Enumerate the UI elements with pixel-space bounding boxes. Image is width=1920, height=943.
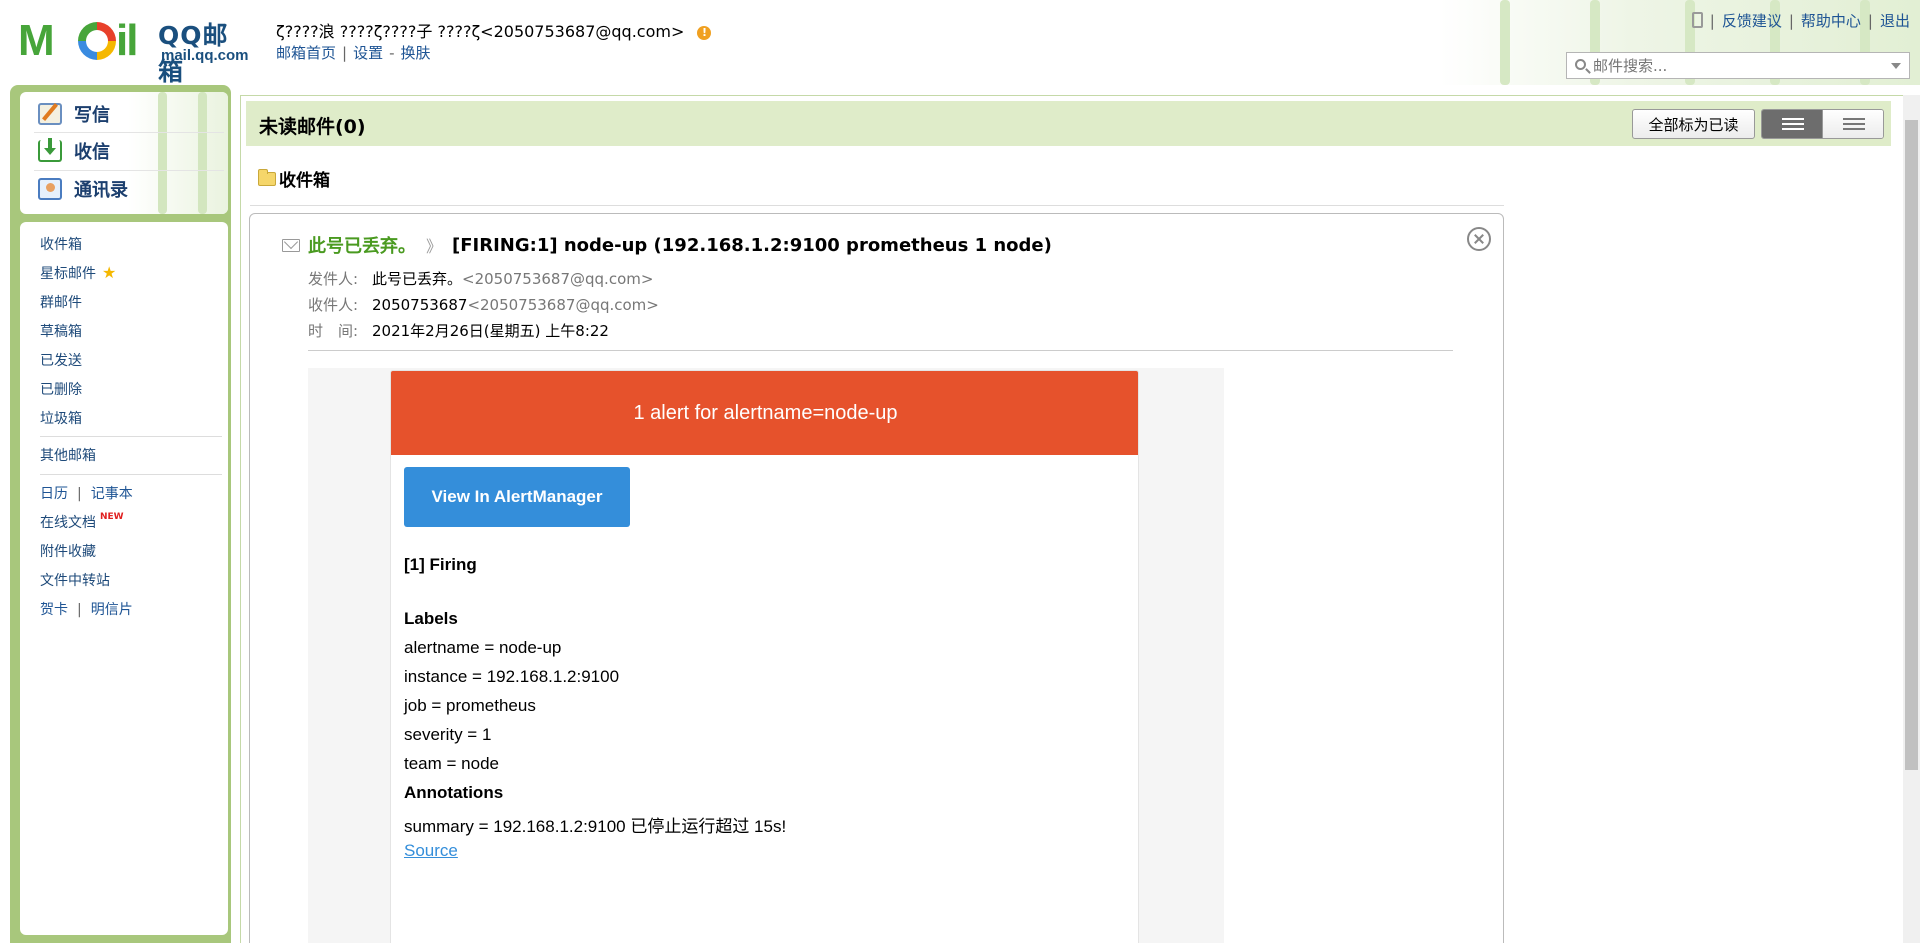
to-row: 收件人: 2050753687<2050753687@qq.com> xyxy=(308,296,659,314)
folder-deleted[interactable]: 已删除 xyxy=(40,379,82,399)
from-email: <2050753687@qq.com> xyxy=(462,270,654,288)
header-nav: 邮箱首页 | 设置 - 换肤 xyxy=(276,44,431,62)
mail-subject-row: 此号已丢弃。 》 [FIRING:1] node-up (192.168.1.2… xyxy=(282,232,1052,258)
view-in-alertmanager-button[interactable]: View In AlertManager xyxy=(404,467,630,527)
card-postcard-row: 贺卡 | 明信片 xyxy=(40,602,133,618)
search-icon xyxy=(1575,59,1586,70)
greeting-card-link[interactable]: 贺卡 xyxy=(40,602,68,618)
folder-sent[interactable]: 已发送 xyxy=(40,350,82,370)
to-name[interactable]: 2050753687 xyxy=(372,296,467,314)
list-icon xyxy=(1843,118,1865,130)
label-line: alertname = node-up xyxy=(404,638,562,657)
alert-container: 1 alert for alertname=node-up View In Al… xyxy=(390,370,1139,943)
contact-card-icon xyxy=(38,178,62,200)
calendar-notes-row: 日历 | 记事本 xyxy=(40,486,133,502)
phone-icon[interactable] xyxy=(1691,12,1703,28)
calendar-link[interactable]: 日历 xyxy=(40,486,68,502)
folder-group-mail[interactable]: 群邮件 xyxy=(40,292,82,312)
logout-link[interactable]: 退出 xyxy=(1880,12,1910,30)
sender-link[interactable]: 此号已丢弃。 xyxy=(308,232,416,258)
qq-mail-logo[interactable]: M il QQ邮箱 mail.qq.com xyxy=(18,14,253,86)
list-view-button[interactable] xyxy=(1822,110,1883,138)
label-line: job = prometheus xyxy=(404,696,536,715)
star-icon: ★ xyxy=(102,263,117,282)
download-icon xyxy=(38,138,62,162)
labels-heading: Labels xyxy=(404,609,458,628)
receive-mail-button[interactable]: 收信 xyxy=(38,135,218,167)
firing-heading: [1] Firing xyxy=(404,555,477,574)
to-email: <2050753687@qq.com> xyxy=(467,296,659,314)
label-line: severity = 1 xyxy=(404,725,492,744)
reading-view-button[interactable] xyxy=(1762,110,1822,138)
mail-subject: [FIRING:1] node-up (192.168.1.2:9100 pro… xyxy=(452,234,1052,256)
search-input[interactable] xyxy=(1593,56,1873,76)
page-title: 未读邮件(0) xyxy=(259,116,366,138)
new-badge: NEW xyxy=(100,512,124,522)
label-line: instance = 192.168.1.2:9100 xyxy=(404,667,620,686)
text-lines-icon xyxy=(1782,118,1804,130)
scrollbar-thumb[interactable] xyxy=(1905,120,1918,770)
mark-all-read-button[interactable]: 全部标为已读 xyxy=(1632,109,1755,139)
folder-inbox[interactable]: 收件箱 xyxy=(40,234,82,254)
envelope-icon xyxy=(282,238,300,252)
label-line: team = node xyxy=(404,754,499,773)
mail-body: 1 alert for alertname=node-up View In Al… xyxy=(308,368,1224,943)
mail-search-box[interactable] xyxy=(1566,52,1910,79)
folder-icon xyxy=(258,168,276,186)
folder-starred[interactable]: 星标邮件 ★ xyxy=(40,263,116,283)
notes-link[interactable]: 记事本 xyxy=(91,486,133,502)
source-link[interactable]: Source xyxy=(404,841,458,861)
top-header: M il QQ邮箱 mail.qq.com ζ????浪 ????ζ????子 … xyxy=(0,0,1920,86)
summary-line: summary = 192.168.1.2:9100 已停止运行超过 15s! xyxy=(404,817,787,836)
from-name[interactable]: 此号已丢弃。 xyxy=(372,270,462,288)
close-icon[interactable] xyxy=(1467,227,1491,251)
feedback-link[interactable]: 反馈建议 xyxy=(1722,12,1782,30)
online-docs-link[interactable]: 在线文档 NEW xyxy=(40,512,124,532)
time-row: 时 间: 2021年2月26日(星期五) 上午8:22 xyxy=(308,322,609,340)
mail-time: 2021年2月26日(星期五) 上午8:22 xyxy=(372,322,609,340)
chevron-down-icon[interactable] xyxy=(1891,63,1901,69)
write-mail-button[interactable]: 写信 xyxy=(38,98,218,130)
view-toggle xyxy=(1761,109,1884,139)
logo-ring-icon xyxy=(78,22,116,60)
change-skin-link[interactable]: 换肤 xyxy=(401,44,431,62)
scrollbar[interactable] xyxy=(1903,95,1920,943)
quick-actions-panel: 写信 收信 通讯录 xyxy=(20,92,228,214)
mailbox-home-link[interactable]: 邮箱首页 xyxy=(276,44,336,62)
postcard-link[interactable]: 明信片 xyxy=(91,602,133,618)
breadcrumb[interactable]: 收件箱 xyxy=(258,166,330,191)
file-transfer-link[interactable]: 文件中转站 xyxy=(40,570,110,590)
user-email: <2050753687@qq.com> xyxy=(480,22,685,41)
folder-drafts[interactable]: 草稿箱 xyxy=(40,321,82,341)
pen-icon xyxy=(38,103,62,125)
settings-link[interactable]: 设置 xyxy=(353,44,383,62)
contacts-button[interactable]: 通讯录 xyxy=(38,173,218,205)
alert-header: 1 alert for alertname=node-up xyxy=(391,371,1138,455)
folder-list: 收件箱 星标邮件 ★ 群邮件 草稿箱 已发送 已删除 垃圾箱 其他邮箱 日历 | 记事… xyxy=(20,222,228,935)
mail-toolbar: 未读邮件(0) 全部标为已读 xyxy=(246,101,1891,146)
folder-spam[interactable]: 垃圾箱 xyxy=(40,408,82,428)
attachments-link[interactable]: 附件收藏 xyxy=(40,541,96,561)
main-content: 未读邮件(0) 全部标为已读 收件箱 此号已丢弃。 》 [FIRING:1] n… xyxy=(240,95,1907,943)
help-center-link[interactable]: 帮助中心 xyxy=(1801,12,1861,30)
user-identity: ζ????浪 ????ζ????子 ????ζ<2050753687@qq.co… xyxy=(276,18,712,42)
top-right-links: | 反馈建议 | 帮助中心 | 退出 xyxy=(1691,10,1910,31)
folder-other-mailboxes[interactable]: 其他邮箱 xyxy=(40,445,96,465)
user-name: ζ????浪 ????ζ????子 ????ζ xyxy=(276,22,481,41)
mail-reader: 此号已丢弃。 》 [FIRING:1] node-up (192.168.1.2… xyxy=(249,213,1504,943)
warning-icon[interactable]: ! xyxy=(697,26,712,40)
from-row: 发件人: 此号已丢弃。<2050753687@qq.com> xyxy=(308,270,654,288)
annotations-heading: Annotations xyxy=(404,783,504,802)
